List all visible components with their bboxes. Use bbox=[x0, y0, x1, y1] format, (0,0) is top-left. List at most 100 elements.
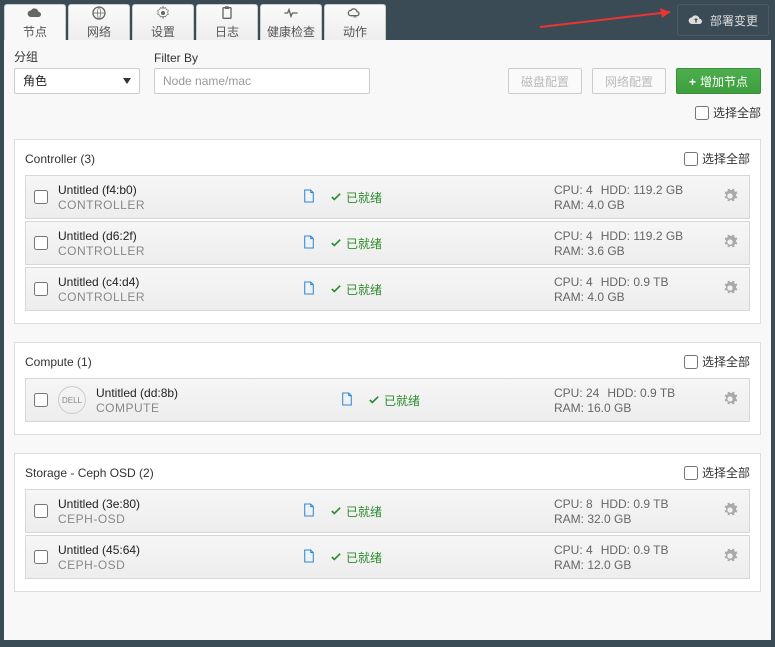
check-icon bbox=[330, 238, 342, 248]
net-config-button[interactable]: 网络配置 bbox=[592, 68, 666, 94]
tab-label: 节点 bbox=[23, 23, 47, 40]
node-checkbox[interactable] bbox=[34, 393, 48, 407]
node-row: DELL Untitled (dd:8b) COMPUTE 已就绪 CPU: 2… bbox=[25, 378, 750, 422]
select-all-label: 选择全部 bbox=[702, 464, 750, 481]
group-by-select[interactable]: 角色 bbox=[14, 68, 140, 94]
node-role: CEPH-OSD bbox=[58, 512, 218, 526]
node-settings-button[interactable] bbox=[719, 502, 741, 521]
tab-settings[interactable]: 设置 bbox=[132, 4, 194, 40]
cloud-sync-icon bbox=[347, 5, 363, 21]
node-settings-button[interactable] bbox=[719, 234, 741, 253]
select-all-label: 选择全部 bbox=[702, 353, 750, 370]
node-role: COMPUTE bbox=[96, 401, 256, 415]
deploy-changes-button[interactable]: 部署变更 bbox=[677, 4, 769, 36]
check-icon bbox=[330, 506, 342, 516]
node-specs: CPU: 4HDD: 0.9 TB RAM: 4.0 GB bbox=[554, 275, 709, 304]
deploy-label: 部署变更 bbox=[710, 12, 758, 29]
cloud-icon bbox=[27, 5, 43, 21]
node-settings-button[interactable] bbox=[719, 548, 741, 567]
log-icon[interactable] bbox=[298, 281, 320, 298]
check-icon bbox=[330, 552, 342, 562]
node-group: Controller (3) 选择全部 Untitled (f4:b0) CON… bbox=[14, 139, 761, 324]
filter-by-label: Filter By bbox=[154, 51, 370, 65]
node-settings-button[interactable] bbox=[719, 391, 741, 410]
annotation-arrow bbox=[540, 2, 690, 32]
group-title: Controller (3) bbox=[25, 152, 95, 166]
node-checkbox[interactable] bbox=[34, 236, 48, 250]
clipboard-icon bbox=[219, 5, 235, 21]
node-specs: CPU: 8HDD: 0.9 TB RAM: 32.0 GB bbox=[554, 497, 709, 526]
select-all-top-checkbox[interactable] bbox=[695, 106, 709, 120]
add-node-button[interactable]: +增加节点 bbox=[676, 68, 761, 94]
log-icon[interactable] bbox=[298, 189, 320, 206]
node-row: Untitled (c4:d4) CONTROLLER 已就绪 CPU: 4HD… bbox=[25, 267, 750, 311]
node-checkbox[interactable] bbox=[34, 504, 48, 518]
check-icon bbox=[368, 395, 380, 405]
tab-nodes[interactable]: 节点 bbox=[4, 4, 66, 40]
node-name: Untitled (45:64) bbox=[58, 543, 218, 557]
node-row: Untitled (d6:2f) CONTROLLER 已就绪 CPU: 4HD… bbox=[25, 221, 750, 265]
node-role: CONTROLLER bbox=[58, 198, 218, 212]
node-row: Untitled (f4:b0) CONTROLLER 已就绪 CPU: 4HD… bbox=[25, 175, 750, 219]
log-icon[interactable] bbox=[298, 503, 320, 520]
node-name: Untitled (3e:80) bbox=[58, 497, 218, 511]
heartbeat-icon bbox=[283, 5, 299, 21]
select-all-group-checkbox[interactable] bbox=[684, 355, 698, 369]
cloud-upload-icon bbox=[688, 12, 704, 28]
tab-network[interactable]: 网络 bbox=[68, 4, 130, 40]
node-role: CEPH-OSD bbox=[58, 558, 218, 572]
node-status: 已就绪 bbox=[330, 189, 430, 206]
content-area: 分组 角色 Filter By 磁盘配置 网络配置 +增加节点 选择全部 Con… bbox=[4, 40, 771, 640]
node-specs: CPU: 4HDD: 119.2 GB RAM: 4.0 GB bbox=[554, 183, 709, 212]
group-by-label: 分组 bbox=[14, 48, 140, 65]
node-status: 已就绪 bbox=[330, 549, 430, 566]
tab-label: 动作 bbox=[343, 23, 367, 40]
node-status: 已就绪 bbox=[330, 503, 430, 520]
node-status: 已就绪 bbox=[330, 281, 430, 298]
group-title: Storage - Ceph OSD (2) bbox=[25, 466, 154, 480]
log-icon[interactable] bbox=[298, 235, 320, 252]
check-icon bbox=[330, 192, 342, 202]
select-all-group-checkbox[interactable] bbox=[684, 152, 698, 166]
node-name: Untitled (c4:d4) bbox=[58, 275, 218, 289]
node-status: 已就绪 bbox=[330, 235, 430, 252]
tab-actions[interactable]: 动作 bbox=[324, 4, 386, 40]
node-checkbox[interactable] bbox=[34, 282, 48, 296]
gear-icon bbox=[155, 5, 171, 21]
node-role: CONTROLLER bbox=[58, 244, 218, 258]
node-status: 已就绪 bbox=[368, 392, 468, 409]
node-name: Untitled (dd:8b) bbox=[96, 386, 256, 400]
node-settings-button[interactable] bbox=[719, 280, 741, 299]
group-title: Compute (1) bbox=[25, 355, 92, 369]
node-group: Storage - Ceph OSD (2) 选择全部 Untitled (3e… bbox=[14, 453, 761, 592]
select-all-label: 选择全部 bbox=[702, 150, 750, 167]
node-name: Untitled (f4:b0) bbox=[58, 183, 218, 197]
select-all-label: 选择全部 bbox=[713, 104, 761, 121]
tab-label: 设置 bbox=[151, 23, 175, 40]
tab-label: 日志 bbox=[215, 23, 239, 40]
tab-health[interactable]: 健康检查 bbox=[260, 4, 322, 40]
node-checkbox[interactable] bbox=[34, 190, 48, 204]
tab-logs[interactable]: 日志 bbox=[196, 4, 258, 40]
log-icon[interactable] bbox=[336, 392, 358, 409]
node-specs: CPU: 4HDD: 0.9 TB RAM: 12.0 GB bbox=[554, 543, 709, 572]
filter-input[interactable] bbox=[154, 68, 370, 94]
node-specs: CPU: 4HDD: 119.2 GB RAM: 3.6 GB bbox=[554, 229, 709, 258]
node-settings-button[interactable] bbox=[719, 188, 741, 207]
node-role: CONTROLLER bbox=[58, 290, 218, 304]
node-name: Untitled (d6:2f) bbox=[58, 229, 218, 243]
vendor-logo: DELL bbox=[58, 386, 86, 414]
disk-config-button[interactable]: 磁盘配置 bbox=[508, 68, 582, 94]
globe-icon bbox=[91, 5, 107, 21]
node-row: Untitled (3e:80) CEPH-OSD 已就绪 CPU: 8HDD:… bbox=[25, 489, 750, 533]
node-row: Untitled (45:64) CEPH-OSD 已就绪 CPU: 4HDD:… bbox=[25, 535, 750, 579]
node-group: Compute (1) 选择全部 DELL Untitled (dd:8b) C… bbox=[14, 342, 761, 435]
tab-label: 健康检查 bbox=[267, 23, 315, 40]
plus-icon: + bbox=[689, 75, 696, 89]
check-icon bbox=[330, 284, 342, 294]
node-checkbox[interactable] bbox=[34, 550, 48, 564]
node-specs: CPU: 24HDD: 0.9 TB RAM: 16.0 GB bbox=[554, 386, 709, 415]
select-all-group-checkbox[interactable] bbox=[684, 466, 698, 480]
log-icon[interactable] bbox=[298, 549, 320, 566]
filter-bar: 分组 角色 Filter By 磁盘配置 网络配置 +增加节点 bbox=[14, 48, 761, 94]
